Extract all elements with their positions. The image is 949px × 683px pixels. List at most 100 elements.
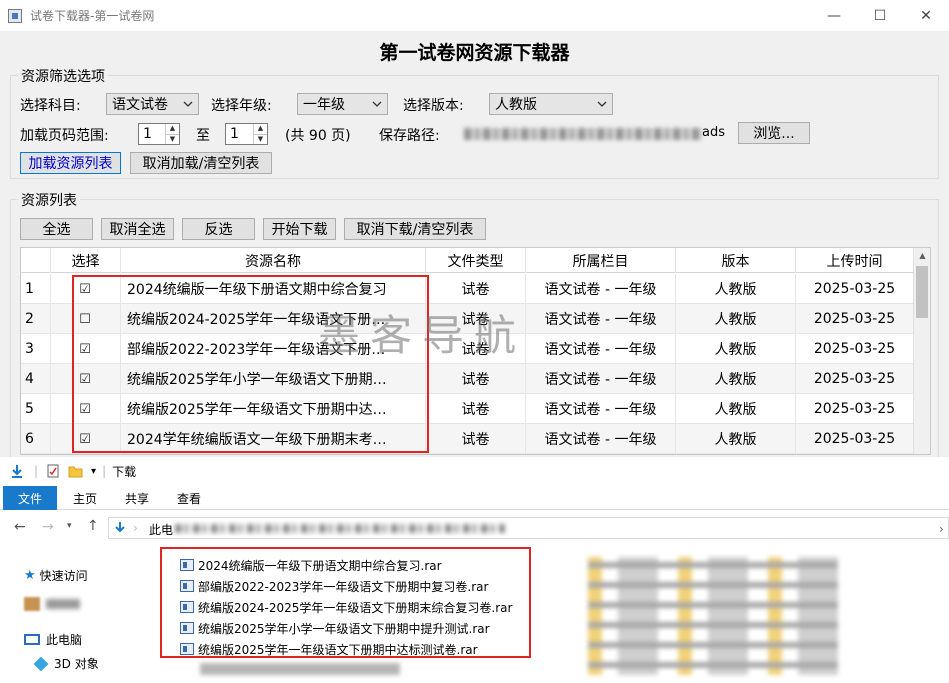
stepper-arrows[interactable]: ▲ ▼ — [253, 124, 267, 144]
row-date: 2025-03-25 — [796, 334, 914, 364]
subject-label: 选择科目: — [20, 98, 81, 114]
invert-selection-button[interactable]: 反选 — [182, 218, 255, 240]
close-button[interactable]: ✕ — [903, 0, 949, 31]
browse-button[interactable]: 浏览... — [738, 122, 810, 144]
page-from-value: 1 — [143, 126, 152, 142]
page-range-label: 加载页码范围: — [20, 128, 109, 144]
tab-share[interactable]: 共享 — [112, 486, 162, 510]
watermark-text: 墨客导航 — [318, 311, 527, 360]
table-header: 选择 资源名称 文件类型 所属栏目 版本 上传时间 — [21, 248, 914, 273]
list-group-legend: 资源列表 — [18, 190, 80, 210]
nav-quick-access-label: 快速访问 — [39, 569, 88, 583]
row-category: 语文试卷 - 一年级 — [526, 334, 676, 364]
nav-this-pc-label: 此电脑 — [46, 633, 83, 647]
column-header-type[interactable]: 文件类型 — [426, 248, 526, 273]
deselect-all-button[interactable]: 取消全选 — [101, 218, 174, 240]
edition-select[interactable]: 人教版 — [489, 93, 613, 115]
table-scrollbar[interactable]: ▲ — [913, 248, 930, 454]
cancel-download-button[interactable]: 取消下载/清空列表 — [344, 218, 486, 240]
row-edition: 人教版 — [676, 334, 796, 364]
row-edition: 人教版 — [676, 394, 796, 424]
page-from-stepper[interactable]: 1 ▲ ▼ — [138, 123, 180, 145]
tab-file[interactable]: 文件 — [3, 486, 57, 510]
address-bar-row: ← → ▾ ↑ › 此电 › — [0, 514, 949, 542]
nav-3d-objects[interactable]: 3D 对象 — [33, 655, 99, 672]
filter-group-legend: 资源筛选选项 — [18, 66, 108, 86]
back-icon[interactable]: ← — [14, 519, 26, 535]
row-edition: 人教版 — [676, 304, 796, 334]
total-pages: (共 90 页) — [285, 128, 351, 144]
app-icon — [8, 8, 22, 23]
new-folder-icon[interactable] — [68, 464, 83, 478]
scrollbar-thumb[interactable] — [916, 266, 928, 318]
tab-home[interactable]: 主页 — [60, 486, 110, 510]
column-header-name[interactable]: 资源名称 — [121, 248, 426, 273]
cancel-load-button[interactable]: 取消加载/清空列表 — [130, 152, 272, 174]
row-type: 试卷 — [426, 394, 526, 424]
subject-select-value: 语文试卷 — [112, 97, 168, 113]
grade-select[interactable]: 一年级 — [297, 93, 388, 115]
row-date: 2025-03-25 — [796, 304, 914, 334]
nav-3d-objects-label: 3D 对象 — [54, 657, 99, 671]
row-edition: 人教版 — [676, 364, 796, 394]
row-date: 2025-03-25 — [796, 394, 914, 424]
forward-icon[interactable]: → — [42, 519, 54, 535]
quick-access-toolbar: | ▾ | 下载 — [0, 457, 949, 485]
select-all-button[interactable]: 全选 — [20, 218, 93, 240]
tab-view[interactable]: 查看 — [164, 486, 214, 510]
toolbar-separator: | — [34, 464, 39, 478]
row-index: 1 — [21, 274, 51, 304]
row-date: 2025-03-25 — [796, 274, 914, 304]
scroll-up-icon[interactable]: ▲ — [914, 251, 930, 260]
row-date: 2025-03-25 — [796, 364, 914, 394]
window-title: 试卷下载器-第一试卷网 — [30, 9, 155, 23]
row-type: 试卷 — [426, 274, 526, 304]
download-folder-icon — [115, 522, 125, 533]
row-index: 5 — [21, 394, 51, 424]
start-download-button[interactable]: 开始下载 — [263, 218, 336, 240]
row-type: 试卷 — [426, 364, 526, 394]
folder-icon — [24, 597, 40, 611]
subject-select[interactable]: 语文试卷 — [106, 93, 199, 115]
column-header-category[interactable]: 所属栏目 — [526, 248, 676, 273]
stepper-arrows[interactable]: ▲ ▼ — [165, 124, 179, 144]
download-arrow-icon[interactable] — [10, 464, 24, 478]
title-bar: 试卷下载器-第一试卷网 — ☐ ✕ — [0, 0, 949, 31]
page-to-stepper[interactable]: 1 ▲ ▼ — [225, 123, 268, 145]
recent-locations-icon[interactable]: ▾ — [67, 521, 72, 531]
row-index: 2 — [21, 304, 51, 334]
row-index: 3 — [21, 334, 51, 364]
minimize-button[interactable]: — — [811, 0, 857, 31]
column-header-edition[interactable]: 版本 — [676, 248, 796, 273]
edition-label: 选择版本: — [403, 98, 464, 114]
properties-icon[interactable] — [46, 464, 60, 478]
address-dropdown-icon[interactable]: › — [939, 522, 944, 536]
ribbon-tabs: 文件 主页 共享 查看 — [0, 486, 949, 510]
nav-blurred-item[interactable] — [24, 597, 80, 611]
breadcrumb-chevron-icon[interactable]: › — [133, 521, 138, 535]
row-category: 语文试卷 - 一年级 — [526, 364, 676, 394]
stepper-up-icon[interactable]: ▲ — [166, 124, 179, 134]
column-header-select[interactable]: 选择 — [51, 248, 121, 273]
chevron-down-icon — [597, 101, 607, 107]
row-category: 语文试卷 - 一年级 — [526, 274, 676, 304]
blurred-bottom-file — [200, 663, 400, 675]
save-path-tail: ads — [702, 125, 725, 140]
save-path-label: 保存路径: — [379, 128, 440, 144]
address-bar[interactable]: › 此电 › — [108, 517, 949, 539]
save-path-blurred — [464, 128, 702, 140]
up-icon[interactable]: ↑ — [87, 518, 99, 534]
customize-toolbar-icon[interactable]: ▾ — [91, 466, 96, 477]
stepper-down-icon[interactable]: ▼ — [254, 133, 267, 145]
column-header-date[interactable]: 上传时间 — [796, 248, 914, 273]
nav-blurred-label — [46, 599, 80, 609]
maximize-button[interactable]: ☐ — [857, 0, 903, 31]
row-category: 语文试卷 - 一年级 — [526, 394, 676, 424]
load-list-button[interactable]: 加载资源列表 — [20, 152, 121, 174]
nav-quick-access[interactable]: ★ 快速访问 — [24, 567, 88, 584]
stepper-up-icon[interactable]: ▲ — [254, 124, 267, 134]
stepper-down-icon[interactable]: ▼ — [166, 133, 179, 145]
nav-this-pc[interactable]: 此电脑 — [24, 631, 82, 648]
row-date: 2025-03-25 — [796, 424, 914, 454]
to-label: 至 — [196, 128, 210, 144]
